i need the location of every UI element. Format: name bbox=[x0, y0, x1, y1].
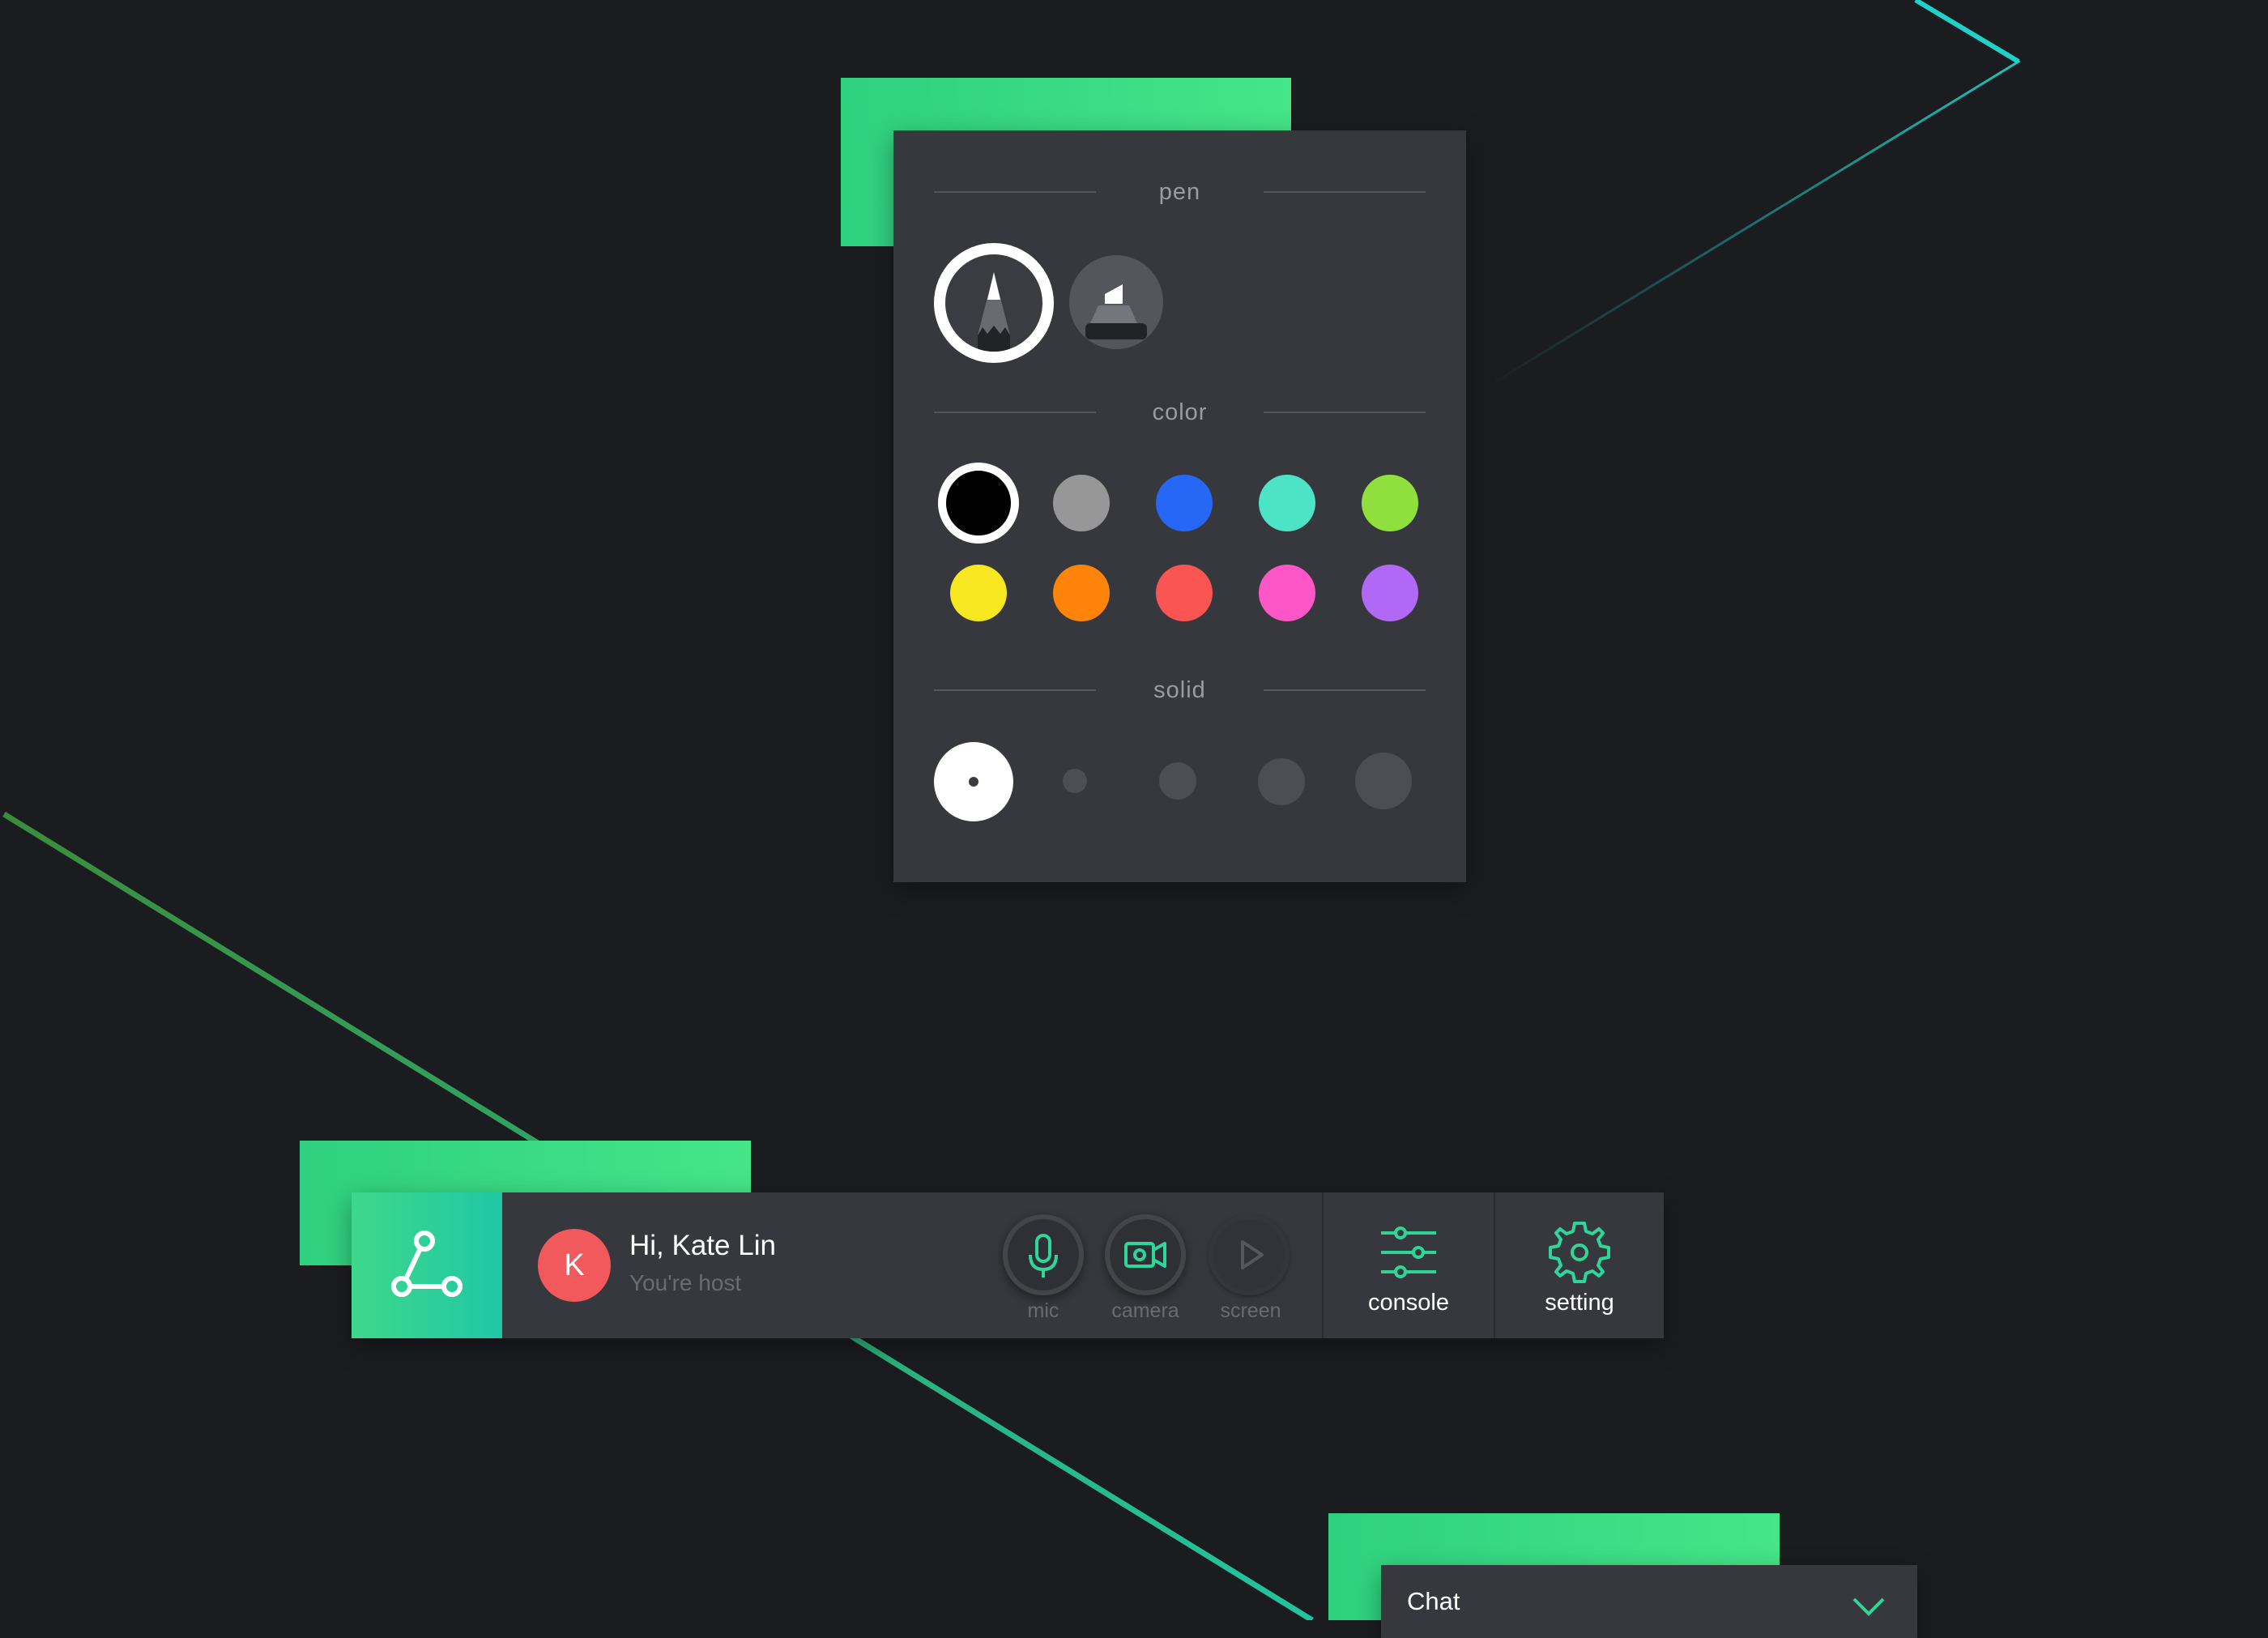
chevron-down-icon[interactable] bbox=[1851, 1596, 1886, 1617]
color-swatch[interactable] bbox=[1259, 475, 1315, 531]
settings-button[interactable]: setting bbox=[1495, 1192, 1664, 1338]
user-greeting: Hi, Kate Lin bbox=[629, 1230, 776, 1261]
console-button[interactable]: console bbox=[1324, 1192, 1494, 1338]
marker-icon bbox=[1085, 284, 1147, 339]
mic-label: mic bbox=[1027, 1299, 1059, 1322]
pen-settings-panel: pen color solid bbox=[893, 130, 1466, 882]
gear-icon bbox=[1549, 1222, 1610, 1283]
pen-section-header: pen bbox=[893, 179, 1466, 205]
mic-button[interactable] bbox=[1003, 1214, 1084, 1295]
screen-share-button[interactable] bbox=[1209, 1214, 1290, 1295]
setting-label: setting bbox=[1545, 1290, 1614, 1316]
color-swatch[interactable] bbox=[1156, 475, 1213, 531]
color-section-header: color bbox=[893, 399, 1466, 425]
pencil-icon bbox=[945, 254, 1042, 352]
color-swatch[interactable] bbox=[950, 565, 1007, 621]
stroke-size-option-4[interactable] bbox=[1258, 758, 1305, 805]
camera-label: camera bbox=[1111, 1299, 1179, 1322]
stroke-section-header: solid bbox=[893, 677, 1466, 703]
camera-button[interactable] bbox=[1105, 1214, 1186, 1295]
marker-tool-button[interactable] bbox=[1069, 255, 1163, 349]
color-swatch[interactable] bbox=[1156, 565, 1213, 621]
divider bbox=[1264, 191, 1426, 193]
stroke-size-option-1[interactable] bbox=[934, 742, 1013, 821]
meeting-toolbar: K Hi, Kate Lin You're host mic camera sc… bbox=[352, 1192, 1664, 1338]
screen-label: screen bbox=[1220, 1299, 1281, 1322]
sliders-icon bbox=[1381, 1226, 1436, 1278]
color-swatch[interactable] bbox=[1053, 565, 1110, 621]
avatar[interactable]: K bbox=[538, 1229, 611, 1302]
chat-title: Chat bbox=[1407, 1587, 1460, 1615]
pencil-tool-button[interactable] bbox=[934, 243, 1054, 363]
share-logo-button[interactable] bbox=[352, 1192, 502, 1338]
color-swatch[interactable] bbox=[938, 463, 1019, 544]
console-label: console bbox=[1368, 1290, 1449, 1316]
stroke-size-option-3[interactable] bbox=[1159, 762, 1196, 800]
color-swatch[interactable] bbox=[1259, 565, 1315, 621]
share-network-icon bbox=[391, 1231, 463, 1297]
stroke-size-option-5[interactable] bbox=[1355, 753, 1412, 809]
play-icon bbox=[1241, 1240, 1264, 1269]
user-role: You're host bbox=[629, 1270, 742, 1295]
stroke-size-option-2[interactable] bbox=[1063, 769, 1087, 793]
microphone-icon bbox=[1029, 1234, 1058, 1278]
color-swatch[interactable] bbox=[1053, 475, 1110, 531]
divider bbox=[1264, 412, 1426, 413]
divider bbox=[1264, 689, 1426, 691]
video-camera-icon bbox=[1124, 1242, 1166, 1268]
color-swatch[interactable] bbox=[1362, 565, 1418, 621]
color-swatch[interactable] bbox=[1362, 475, 1418, 531]
chat-panel: Chat bbox=[1381, 1565, 1917, 1638]
